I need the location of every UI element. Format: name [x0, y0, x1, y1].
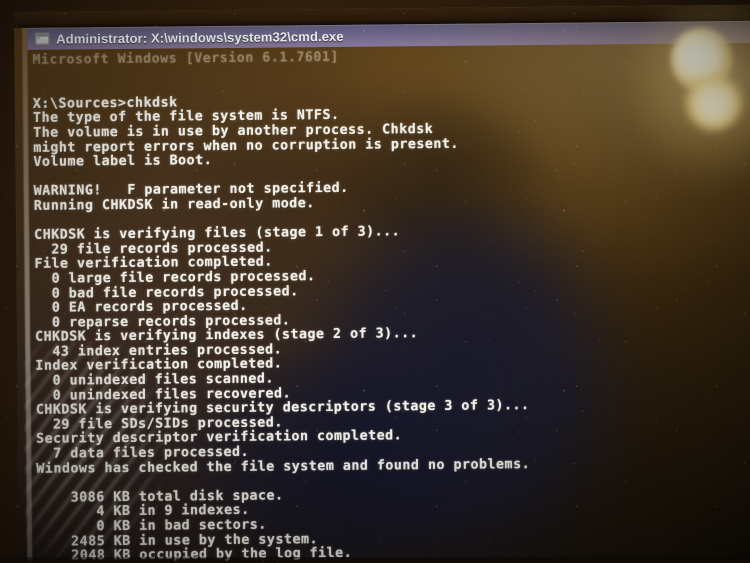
cmd-console-icon: >_ [35, 32, 50, 45]
monitor-screen: >_ Administrator: X:\windows\system32\cm… [14, 4, 750, 563]
monitor-photograph: >_ Administrator: X:\windows\system32\cm… [0, 0, 750, 563]
window-title: Administrator: X:\windows\system32\cmd.e… [56, 28, 344, 47]
bezel-bottom-lip [0, 557, 750, 563]
console-output: Microsoft Windows [Version 6.1.7601] X:\… [32, 47, 750, 563]
